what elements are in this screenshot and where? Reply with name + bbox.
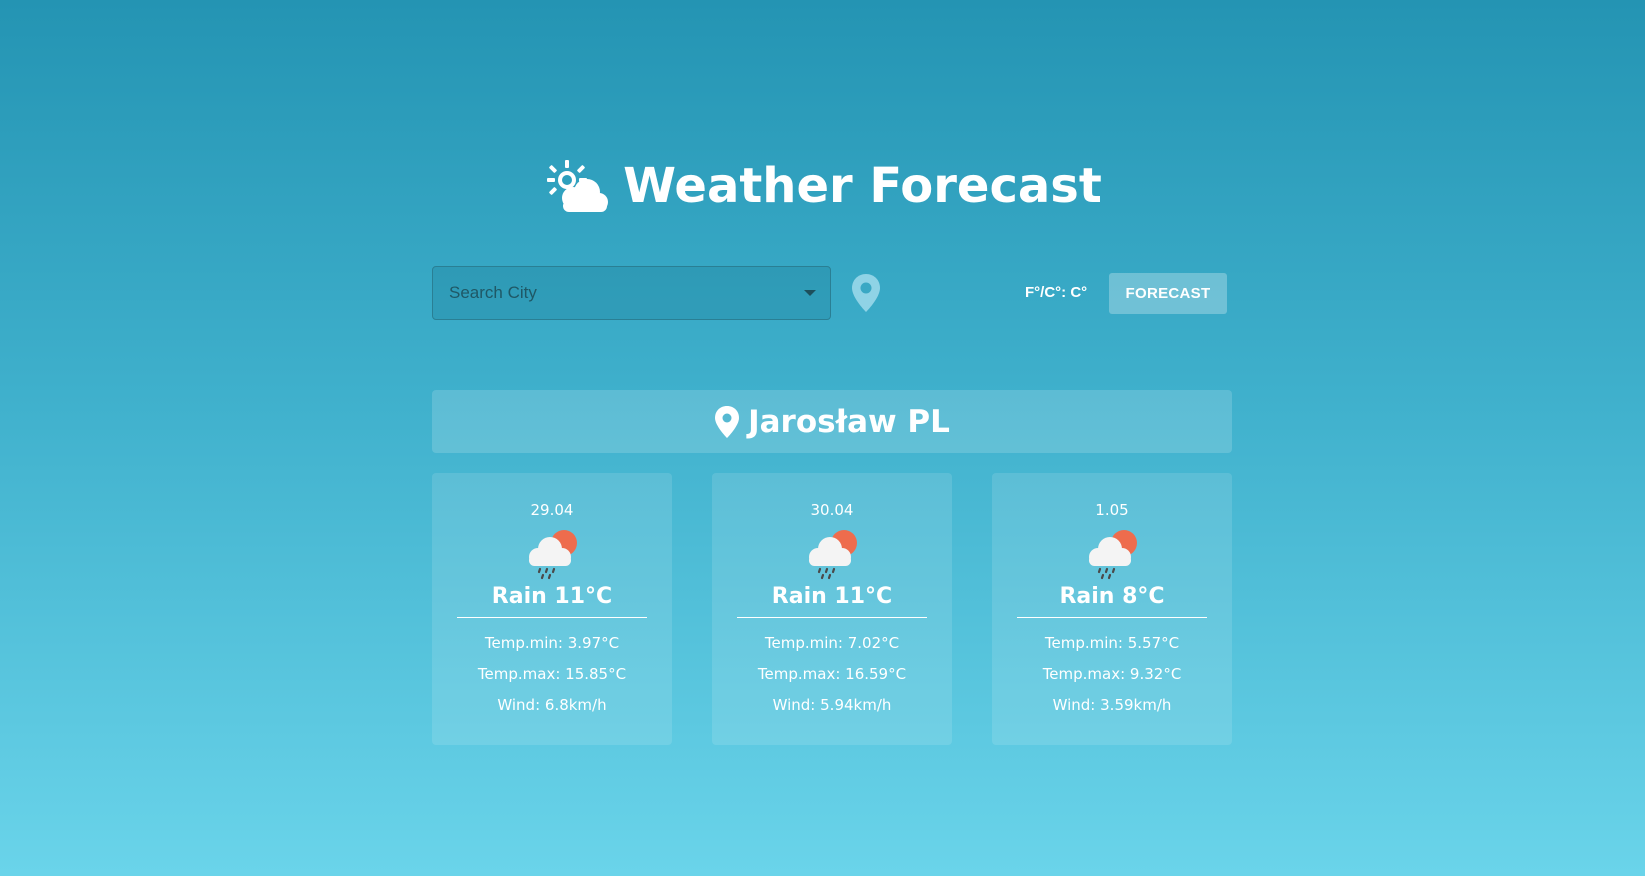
forecast-date: 29.04 — [530, 501, 574, 519]
rain-sun-cloud-icon — [809, 530, 857, 580]
temp-max: Temp.max: 15.85°C — [477, 665, 627, 683]
temp-max: Temp.max: 9.32°C — [1042, 665, 1182, 683]
forecast-card: 29.04 Rain 11°C Temp.min: 3.97°C Temp.ma… — [432, 473, 672, 745]
map-pin-icon — [715, 405, 740, 438]
map-pin-icon[interactable] — [851, 273, 881, 313]
wind: Wind: 6.8km/h — [497, 696, 607, 714]
temp-min: Temp.min: 5.57°C — [1044, 634, 1180, 652]
forecast-card: 30.04 Rain 11°C Temp.min: 7.02°C Temp.ma… — [712, 473, 952, 745]
forecast-summary: Rain 8°C — [1059, 584, 1165, 609]
forecast-card: 1.05 Rain 8°C Temp.min: 5.57°C Temp.max:… — [992, 473, 1232, 745]
divider — [1017, 617, 1207, 618]
app-header: Weather Forecast — [0, 156, 1645, 216]
forecast-summary: Rain 11°C — [771, 584, 893, 609]
forecast-date: 30.04 — [810, 501, 854, 519]
page-title: Weather Forecast — [623, 158, 1102, 214]
city-name: Jarosław PL — [748, 403, 950, 440]
temp-min: Temp.min: 7.02°C — [764, 634, 900, 652]
sun-cloud-icon — [547, 160, 609, 212]
divider — [457, 617, 647, 618]
forecast-cards: 29.04 Rain 11°C Temp.min: 3.97°C Temp.ma… — [432, 473, 1232, 745]
location-header: Jarosław PL — [432, 390, 1232, 453]
search-input[interactable] — [447, 282, 796, 304]
city-search-combobox[interactable] — [432, 266, 831, 320]
temp-min: Temp.min: 3.97°C — [484, 634, 620, 652]
forecast-summary: Rain 11°C — [491, 584, 613, 609]
unit-toggle[interactable]: F°/C°: C° — [1025, 284, 1087, 301]
wind: Wind: 5.94km/h — [772, 696, 892, 714]
temp-max: Temp.max: 16.59°C — [757, 665, 907, 683]
dropdown-arrow-icon[interactable] — [804, 290, 816, 296]
rain-sun-cloud-icon — [529, 530, 577, 580]
wind: Wind: 3.59km/h — [1052, 696, 1172, 714]
forecast-button[interactable]: FORECAST — [1109, 273, 1227, 314]
divider — [737, 617, 927, 618]
forecast-date: 1.05 — [1095, 501, 1129, 519]
rain-sun-cloud-icon — [1089, 530, 1137, 580]
